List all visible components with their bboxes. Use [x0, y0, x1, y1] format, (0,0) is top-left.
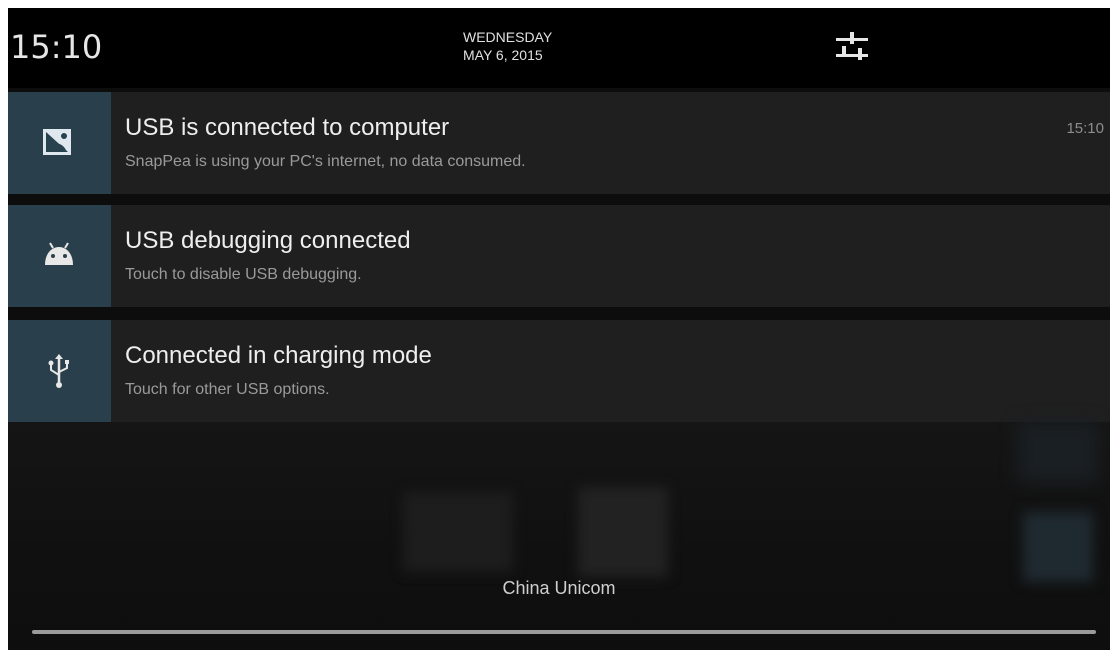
notification-icon-cell	[8, 320, 111, 422]
blurred-app-tile	[1018, 422, 1098, 482]
android-debug-icon	[45, 242, 73, 265]
blurred-app-tile	[403, 492, 513, 572]
notification-title: USB debugging connected	[125, 227, 411, 254]
shade-drag-handle[interactable]	[32, 630, 1096, 634]
notification-icon-cell	[8, 205, 111, 307]
notification-usb-debugging[interactable]: USB debugging connected Touch to disable…	[8, 205, 1110, 307]
sliders-settings-icon	[836, 32, 868, 60]
date-block: WEDNESDAY MAY 6, 2015	[463, 28, 593, 64]
notification-text: Touch for other USB options.	[125, 381, 330, 398]
notification-usb-connected[interactable]: USB is connected to computer SnapPea is …	[8, 92, 1110, 194]
notification-text: Touch to disable USB debugging.	[125, 266, 362, 283]
notification-time: 15:10	[1066, 120, 1104, 137]
blurred-app-tile	[1023, 512, 1093, 582]
notification-shade: 15:10 WEDNESDAY MAY 6, 2015 USB is conne…	[8, 8, 1110, 650]
snappea-app-icon	[43, 129, 71, 155]
notification-text: SnapPea is using your PC's internet, no …	[125, 153, 526, 170]
notification-title: Connected in charging mode	[125, 342, 432, 369]
status-header: 15:10 WEDNESDAY MAY 6, 2015	[8, 8, 1110, 88]
usb-icon	[48, 354, 69, 388]
clock: 15:10	[10, 28, 103, 66]
notification-icon-cell	[8, 92, 111, 194]
notification-charging-mode[interactable]: Connected in charging mode Touch for oth…	[8, 320, 1110, 422]
blurred-app-tile	[578, 487, 668, 577]
home-screen-backdrop	[8, 422, 1110, 650]
notification-title: USB is connected to computer	[125, 114, 450, 141]
carrier-label: China Unicom	[502, 578, 616, 598]
day-label: WEDNESDAY	[463, 29, 553, 45]
quick-settings-button[interactable]	[830, 26, 874, 70]
date-label: MAY 6, 2015	[463, 47, 543, 63]
